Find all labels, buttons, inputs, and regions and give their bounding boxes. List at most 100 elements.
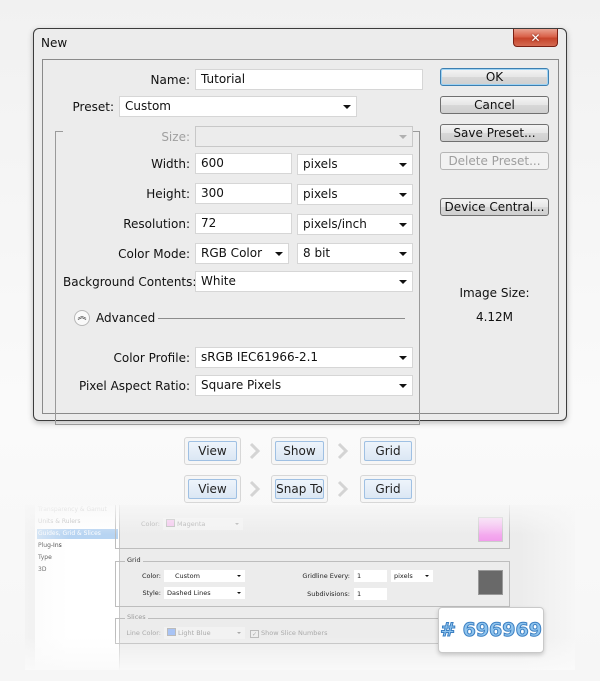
checkbox-checked-icon: ✓ xyxy=(250,630,259,638)
width-input[interactable]: 600 xyxy=(195,153,292,174)
sidebar-item-plug-ins[interactable]: Plug-Ins xyxy=(37,541,118,551)
gridline-every-label: Gridline Every: xyxy=(302,572,350,580)
color-mode-label: Color Mode: xyxy=(118,247,190,261)
background-value: White xyxy=(201,274,236,288)
pixel-aspect-select[interactable]: Square Pixels xyxy=(195,375,413,396)
bit-depth-select[interactable]: 8 bit xyxy=(297,243,413,264)
dialog-title: New xyxy=(41,36,68,50)
resolution-label: Resolution: xyxy=(123,217,190,231)
gridline-every-input[interactable]: 1 xyxy=(354,570,387,582)
sidebar-item-units-rulers[interactable]: Units & Rulers xyxy=(37,517,118,527)
grid-color-select[interactable]: Custom xyxy=(164,570,245,582)
path2-step-grid: Grid xyxy=(360,475,416,503)
sidebar-item-type[interactable]: Type xyxy=(37,553,118,563)
slices-line-color-label: Line Color: xyxy=(126,629,161,637)
close-icon: ✕ xyxy=(530,30,541,45)
grid-style-select[interactable]: Dashed Lines xyxy=(164,587,245,599)
save-preset-button[interactable]: Save Preset... xyxy=(440,124,549,142)
name-label: Name: xyxy=(150,73,190,87)
subdivisions-label: Subdivisions: xyxy=(307,590,350,598)
path1-step-show-label: Show xyxy=(275,441,324,461)
pixel-aspect-label: Pixel Aspect Ratio: xyxy=(79,379,190,393)
slices-line-color-value: Light Blue xyxy=(178,629,211,637)
path2-step-view: View xyxy=(184,475,241,503)
dropdown-arrow-icon xyxy=(237,592,241,594)
subdivisions-input[interactable]: 1 xyxy=(354,588,387,600)
hex-color-callout: # 696969 xyxy=(438,607,544,653)
path1-step-grid: Grid xyxy=(360,437,416,465)
path2-step-grid-label: Grid xyxy=(364,479,412,499)
width-unit-value: pixels xyxy=(303,157,338,171)
grid-color-label: Color: xyxy=(141,572,161,580)
ok-button[interactable]: OK xyxy=(440,68,549,86)
path1-step-view: View xyxy=(184,437,241,465)
resolution-unit-select[interactable]: pixels/inch xyxy=(297,214,413,235)
grid-style-value: Dashed Lines xyxy=(167,589,211,597)
guides-color-swatch xyxy=(166,519,175,527)
preferences-sidebar: Transparency & Gamut Units & Rulers Guid… xyxy=(35,505,120,670)
cancel-button[interactable]: Cancel xyxy=(440,96,549,114)
advanced-label[interactable]: Advanced xyxy=(96,311,155,325)
resolution-unit-value: pixels/inch xyxy=(303,217,367,231)
background-select[interactable]: White xyxy=(195,271,413,292)
gridline-unit-select[interactable]: pixels xyxy=(391,570,433,582)
path1-step-grid-label: Grid xyxy=(364,441,412,461)
color-mode-select[interactable]: RGB Color xyxy=(195,243,289,264)
color-profile-label: Color Profile: xyxy=(113,351,191,365)
advanced-divider xyxy=(158,318,405,319)
dropdown-arrow-icon xyxy=(399,252,407,256)
resolution-input[interactable]: 72 xyxy=(195,213,292,234)
dropdown-arrow-icon xyxy=(399,135,407,139)
dropdown-arrow-icon xyxy=(399,356,407,360)
chevron-right-icon xyxy=(337,480,349,498)
gridline-unit-value: pixels xyxy=(394,572,413,580)
path2-step-snap-to: Snap To xyxy=(271,475,328,503)
size-select xyxy=(195,126,413,147)
bit-depth-value: 8 bit xyxy=(303,246,331,260)
preset-label: Preset: xyxy=(72,100,114,114)
delete-preset-button: Delete Preset... xyxy=(440,152,549,170)
guides-color-label: Color: xyxy=(140,520,160,528)
height-unit-value: pixels xyxy=(303,187,338,201)
color-profile-select[interactable]: sRGB IEC61966-2.1 xyxy=(195,347,413,368)
height-unit-select[interactable]: pixels xyxy=(297,184,413,205)
height-input[interactable]: 300 xyxy=(195,183,292,204)
sidebar-item-3d[interactable]: 3D xyxy=(37,565,118,575)
background-label: Background Contents: xyxy=(63,275,197,289)
dialog-body: Name: Tutorial Preset: Custom Size: Widt… xyxy=(42,59,559,425)
grid-group xyxy=(115,561,510,607)
size-label: Size: xyxy=(161,130,190,144)
close-button[interactable]: ✕ xyxy=(513,29,558,47)
guides-color-value: Magenta xyxy=(177,520,206,528)
dropdown-arrow-icon xyxy=(237,575,241,577)
path2-step-snap-to-label: Snap To xyxy=(275,479,324,499)
chevron-double-up-icon[interactable]: ︽ xyxy=(74,310,90,326)
slices-line-color-select[interactable]: Light Blue xyxy=(164,627,245,639)
show-slice-numbers-label: Show Slice Numbers xyxy=(261,629,328,637)
guides-color-swatch-large[interactable] xyxy=(478,517,503,542)
preset-select[interactable]: Custom xyxy=(119,96,357,117)
sidebar-item-transparency[interactable]: Transparency & Gamut xyxy=(37,505,118,515)
guides-color-select[interactable]: Magenta xyxy=(163,518,243,530)
height-label: Height: xyxy=(146,187,190,201)
preset-value: Custom xyxy=(125,99,171,113)
color-profile-value: sRGB IEC61966-2.1 xyxy=(201,350,319,364)
show-slice-numbers-checkbox[interactable]: ✓ Show Slice Numbers xyxy=(250,629,327,638)
path1-step-show: Show xyxy=(271,437,328,465)
slices-group-title: Slices xyxy=(125,613,148,621)
pixel-aspect-value: Square Pixels xyxy=(201,378,282,392)
device-central-button[interactable]: Device Central... xyxy=(440,198,549,216)
width-label: Width: xyxy=(151,157,190,171)
grid-color-swatch-large[interactable] xyxy=(478,570,503,595)
chevron-right-icon xyxy=(249,480,261,498)
dropdown-arrow-icon xyxy=(235,523,239,525)
dropdown-arrow-icon xyxy=(399,223,407,227)
dropdown-arrow-icon xyxy=(343,105,351,109)
group-border xyxy=(55,131,63,132)
sidebar-item-guides-grid-slices[interactable]: Guides, Grid & Slices xyxy=(37,529,118,539)
chevron-right-icon xyxy=(249,442,261,460)
dropdown-arrow-icon xyxy=(237,632,241,634)
image-size-label: Image Size: xyxy=(459,286,530,300)
name-input[interactable]: Tutorial xyxy=(195,69,423,90)
width-unit-select[interactable]: pixels xyxy=(297,154,413,175)
